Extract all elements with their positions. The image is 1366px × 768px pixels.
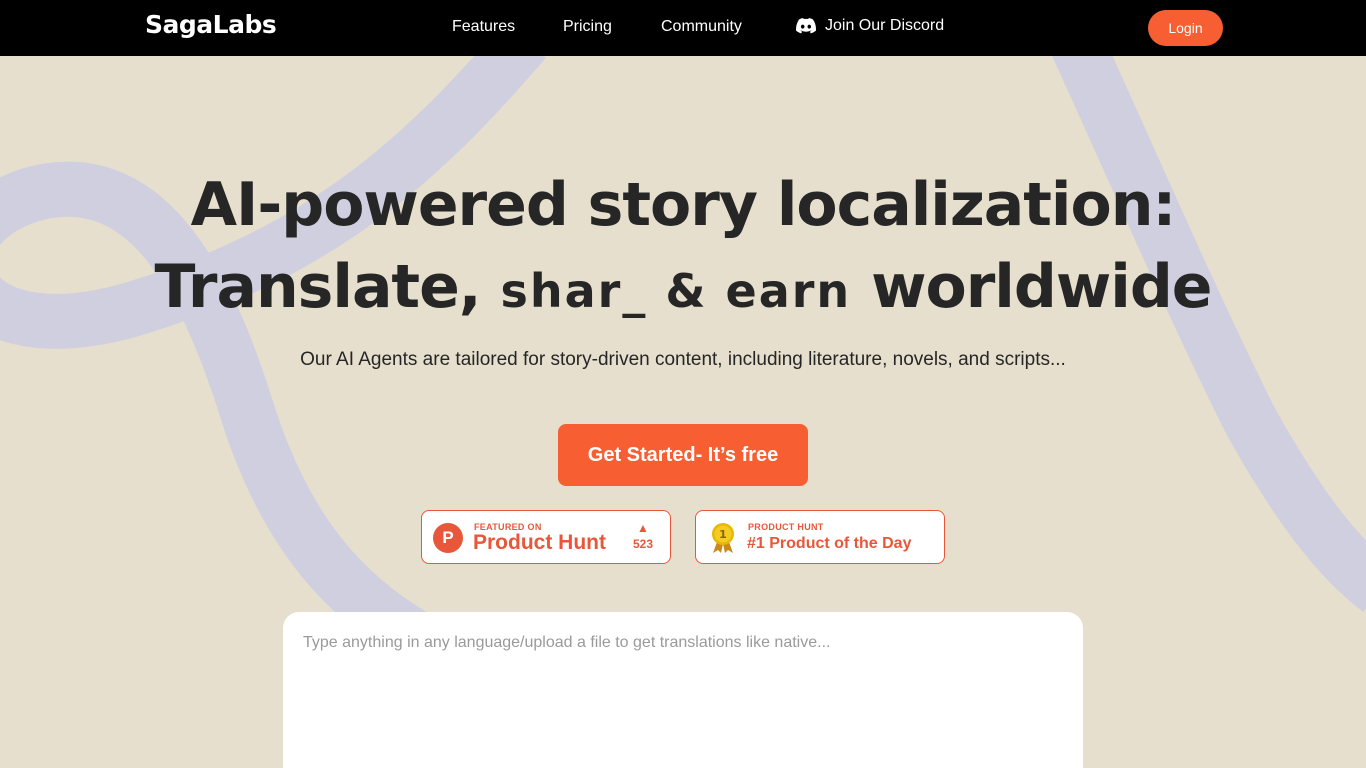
get-started-button[interactable]: Get Started- It’s free bbox=[558, 424, 808, 486]
headline-worldwide: worldwide bbox=[871, 252, 1212, 322]
logo[interactable]: SagaLabs bbox=[145, 10, 277, 39]
discord-icon bbox=[796, 18, 816, 34]
badge-product-hunt-small-label: PRODUCT HUNT bbox=[748, 522, 824, 532]
badge-product-hunt-label: Product Hunt bbox=[473, 531, 606, 554]
join-discord-link[interactable]: Join Our Discord bbox=[796, 17, 944, 35]
medal-icon: 1 bbox=[712, 523, 734, 553]
product-of-the-day-badge[interactable]: 1 PRODUCT HUNT #1 Product of the Day bbox=[695, 510, 945, 564]
headline-translate: Translate, bbox=[154, 252, 482, 322]
product-hunt-featured-badge[interactable]: P FEATURED ON Product Hunt ▲ 523 bbox=[421, 510, 671, 564]
nav-link-community[interactable]: Community bbox=[661, 18, 742, 36]
login-button[interactable]: Login bbox=[1148, 10, 1223, 46]
headline-line2: Translate, shar_ & earn worldwide bbox=[0, 246, 1366, 332]
upvote-count: 523 bbox=[632, 537, 654, 551]
upvote-counter: ▲ 523 bbox=[627, 521, 659, 551]
translation-input[interactable] bbox=[283, 612, 1083, 768]
product-hunt-logo-icon: P bbox=[433, 523, 463, 553]
hero-headline: AI-powered story localization: Translate… bbox=[0, 164, 1366, 332]
top-navbar: SagaLabs Features Pricing Community Join… bbox=[0, 0, 1366, 56]
hero-subtitle: Our AI Agents are tailored for story-dri… bbox=[300, 349, 1066, 370]
nav-link-pricing[interactable]: Pricing bbox=[563, 18, 612, 36]
upvote-arrow-icon: ▲ bbox=[637, 521, 649, 535]
badge-product-of-day-label: #1 Product of the Day bbox=[747, 535, 912, 552]
medal-number: 1 bbox=[719, 528, 727, 541]
translation-input-card bbox=[283, 612, 1083, 768]
discord-label: Join Our Discord bbox=[825, 17, 945, 34]
headline-line1: AI-powered story localization: bbox=[190, 170, 1177, 240]
nav-link-features[interactable]: Features bbox=[452, 18, 515, 36]
headline-animated-text: shar_ & earn bbox=[500, 264, 852, 318]
